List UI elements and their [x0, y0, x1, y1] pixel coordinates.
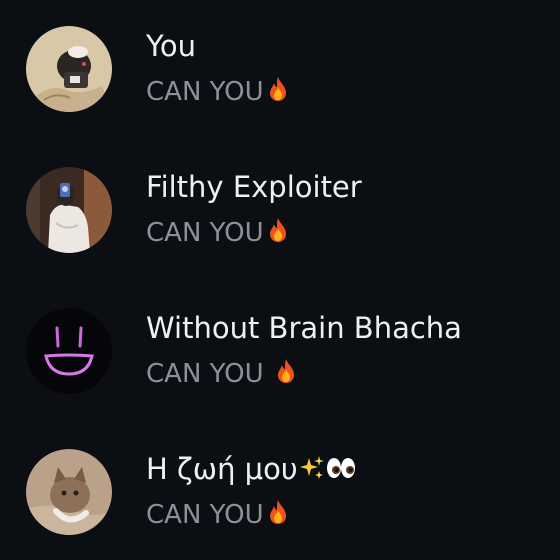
contact-name: Filthy Exploiter — [146, 170, 362, 204]
last-message: CAN YOU — [146, 357, 300, 393]
chat-row-i-zoi-mou[interactable]: Η ζωή μου CAN YOU — [0, 423, 560, 560]
contact-name: Without Brain Bhacha — [146, 311, 462, 345]
last-message-text: CAN YOU — [146, 359, 272, 389]
last-message: CAN YOU — [146, 75, 292, 111]
contact-name: Η ζωή μου — [146, 452, 356, 489]
flame-emoji — [272, 357, 300, 393]
avatar-mirror-selfie — [26, 167, 112, 253]
last-message-text: CAN YOU — [146, 77, 264, 107]
avatar[interactable] — [26, 167, 112, 253]
avatar[interactable] — [26, 26, 112, 112]
avatar-cat-photo — [26, 449, 112, 535]
eyes-emoji — [326, 454, 356, 489]
chat-row-you[interactable]: You CAN YOU — [0, 0, 560, 141]
last-message: CAN YOU — [146, 216, 292, 252]
chat-row-without-brain-bhacha[interactable]: Without Brain Bhacha CAN YOU — [0, 282, 560, 423]
avatar-user-photo — [26, 26, 112, 112]
contact-name: You — [146, 29, 196, 63]
last-message: CAN YOU — [146, 498, 292, 534]
sparkles-emoji — [298, 454, 326, 489]
avatar[interactable] — [26, 308, 112, 394]
chat-row-filthy-exploiter[interactable]: Filthy Exploiter CAN YOU — [0, 141, 560, 282]
chat-list: You CAN YOU Filthy Exploiter CAN YOU Wit… — [0, 0, 560, 560]
flame-emoji — [264, 498, 292, 534]
flame-emoji — [264, 216, 292, 252]
avatar-neon-face — [26, 308, 112, 394]
last-message-text: CAN YOU — [146, 218, 264, 248]
last-message-text: CAN YOU — [146, 500, 264, 530]
avatar[interactable] — [26, 449, 112, 535]
contact-name-text: Η ζωή μου — [146, 452, 298, 486]
flame-emoji — [264, 75, 292, 111]
